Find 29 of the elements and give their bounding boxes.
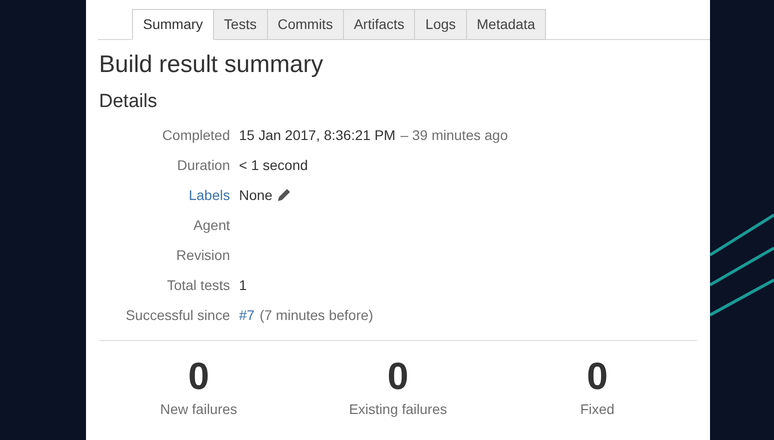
stat-value: 0: [387, 355, 409, 399]
stat-label: New failures: [160, 400, 238, 419]
detail-note: (7 minutes before): [260, 306, 374, 325]
detail-label: Completed: [162, 126, 230, 145]
tab[interactable]: Metadata: [466, 9, 546, 40]
section-heading: Details: [99, 90, 158, 114]
detail-value: None: [239, 186, 272, 204]
build-link[interactable]: #7: [239, 304, 255, 326]
stat-value: 0: [188, 355, 210, 399]
detail-value: 15 Jan 2017, 8:36:21 PM: [239, 126, 396, 144]
tab[interactable]: Commits: [268, 9, 344, 40]
detail-label: Successful since: [126, 306, 230, 324]
pencil-icon[interactable]: [277, 188, 292, 202]
detail-note: – 39 minutes ago: [400, 126, 508, 145]
detail-label: Total tests: [166, 276, 230, 294]
page-title: Build result summary: [99, 50, 324, 80]
detail-label: Revision: [176, 246, 230, 264]
detail-value: < 1 second: [239, 156, 308, 174]
stat-label: Fixed: [580, 400, 614, 419]
tab[interactable]: Tests: [214, 9, 268, 40]
detail-label: Duration: [177, 156, 230, 174]
labels-link[interactable]: Labels: [188, 184, 230, 206]
tab[interactable]: Logs: [415, 9, 467, 40]
tab[interactable]: Artifacts: [344, 9, 416, 40]
tab[interactable]: Summary: [132, 9, 214, 40]
stat-value: 0: [586, 355, 608, 399]
stat-label: Existing failures: [348, 400, 448, 419]
detail-value: 1: [239, 276, 247, 294]
detail-label: Agent: [193, 216, 230, 235]
